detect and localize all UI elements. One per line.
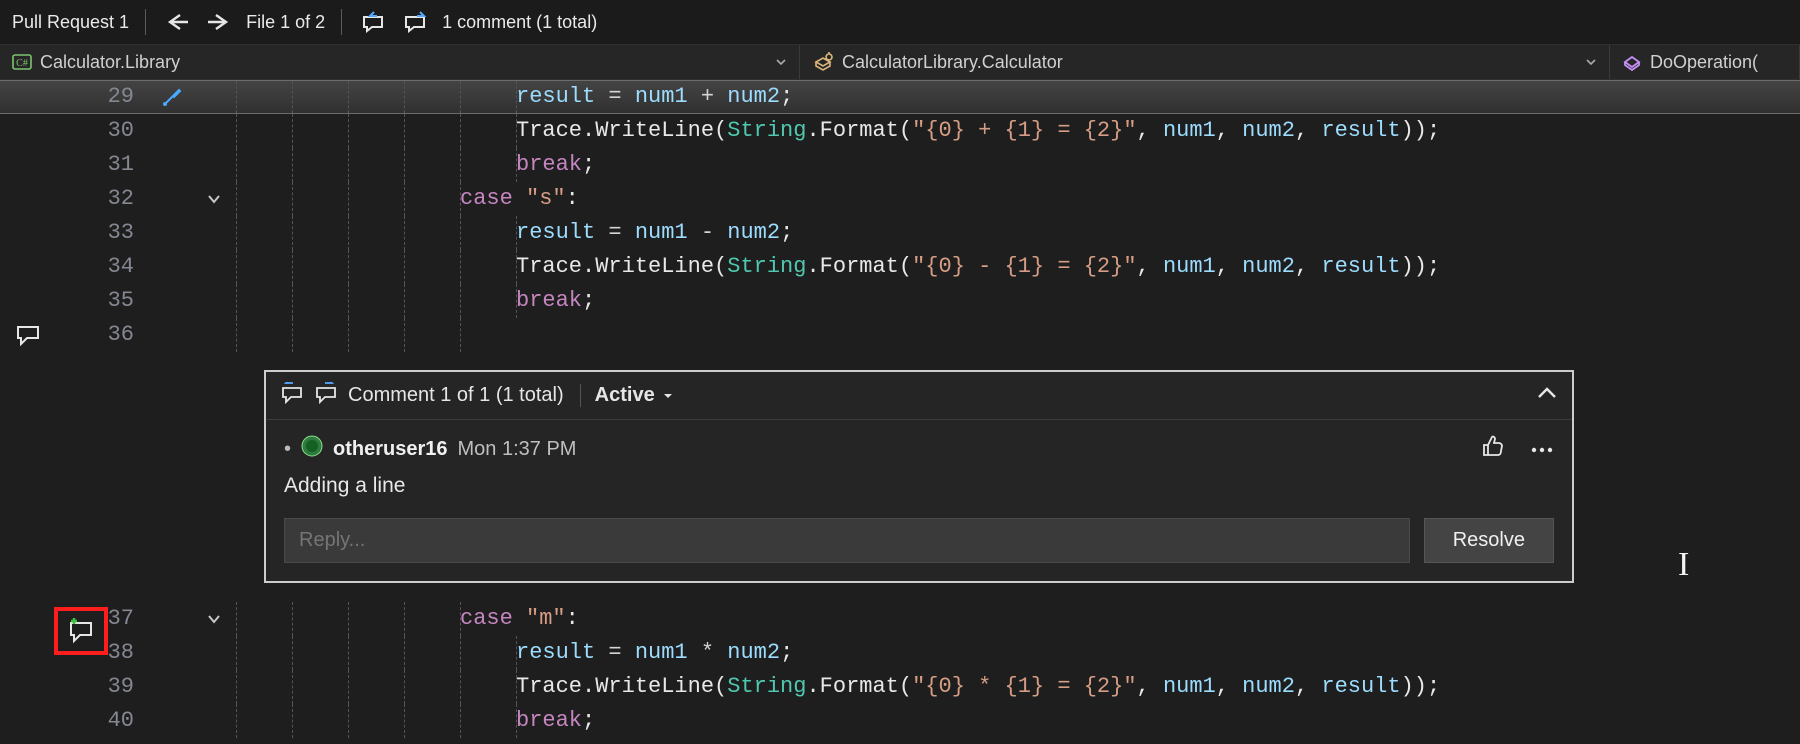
code-line[interactable]: 31 break; [0,148,1800,182]
add-comment-button[interactable] [54,607,108,655]
code-line[interactable]: 30 Trace.WriteLine(String.Format("{0} + … [0,114,1800,148]
breadcrumb-class[interactable]: CalculatorLibrary.Calculator [800,45,1610,79]
chevron-down-icon [206,611,222,627]
more-options-button[interactable] [1530,438,1554,461]
line-number: 30 [56,114,152,148]
fold-toggle[interactable] [192,191,236,207]
svg-text:C#: C# [16,58,28,69]
pull-request-title: Pull Request 1 [12,12,129,33]
inline-comment-panel: Comment 1 of 1 (1 total) Active • otheru… [264,370,1574,583]
comment-counter: Comment 1 of 1 (1 total) [348,384,564,407]
line-number: 36 [56,318,152,352]
text-cursor-icon: I [1678,546,1689,584]
method-icon [1622,52,1642,72]
breadcrumb-project[interactable]: C# Calculator.Library [0,45,800,79]
breadcrumb-project-text: Calculator.Library [40,52,180,73]
chevron-down-icon [1585,56,1597,68]
comment-status-text: Active [595,384,655,407]
ellipsis-icon [1530,445,1554,455]
separator [145,9,146,35]
code-line[interactable]: 39 Trace.WriteLine(String.Format("{0} * … [0,670,1800,704]
fold-toggle[interactable] [192,611,236,627]
code-line[interactable]: 32 case "s": [0,182,1800,216]
code-line[interactable]: 38 result = num1 * num2; [0,636,1800,670]
csharp-file-icon: C# [12,53,32,71]
next-comment-icon [402,11,428,33]
comment-author: otheruser16 [333,438,448,461]
avatar-icon [301,435,323,457]
comment-body: • otheruser16 Mon 1:37 PM Adding a line [266,420,1572,518]
comment-panel-header: Comment 1 of 1 (1 total) Active [266,372,1572,420]
pull-request-toolbar: Pull Request 1 File 1 of 2 1 comment (1 … [0,0,1800,44]
breadcrumb-class-text: CalculatorLibrary.Calculator [842,52,1063,73]
comment-marker-icon[interactable] [0,324,56,346]
prev-comment-button[interactable] [280,382,304,410]
resolve-button[interactable]: Resolve [1424,518,1554,563]
comment-summary-text: 1 comment (1 total) [442,12,597,33]
arrow-left-icon [164,12,190,32]
comment-timestamp: Mon 1:37 PM [458,438,577,461]
code-line[interactable]: 34 Trace.WriteLine(String.Format("{0} - … [0,250,1800,284]
breadcrumb-method[interactable]: DoOperation( [1610,45,1800,79]
pull-request-label[interactable]: Pull Request 1 [8,0,133,44]
line-number: 32 [56,182,152,216]
code-line[interactable]: 33 result = num1 - num2; [0,216,1800,250]
code-line[interactable]: 29 result = num1 + num2; [0,80,1800,114]
next-comment-button[interactable] [396,0,434,44]
chevron-up-icon [1536,385,1558,401]
add-comment-icon [66,618,96,644]
chevron-down-icon [661,389,675,403]
line-number: 39 [56,670,152,704]
prev-comment-icon [360,11,386,33]
prev-file-button[interactable] [158,0,196,44]
code-line[interactable]: 37 case "m": [0,602,1800,636]
prev-comment-icon [280,382,304,404]
thumbs-up-icon [1480,434,1506,458]
avatar [301,435,323,463]
file-counter-text: File 1 of 2 [246,12,325,33]
reply-input[interactable] [284,518,1410,563]
line-number: 35 [56,284,152,318]
next-comment-icon [314,382,338,404]
code-line[interactable]: 36 [0,318,1800,352]
file-counter: File 1 of 2 [242,0,329,44]
next-file-button[interactable] [200,0,238,44]
next-comment-button[interactable] [314,382,338,410]
comment-summary[interactable]: 1 comment (1 total) [438,0,601,44]
breadcrumb-method-text: DoOperation( [1650,52,1758,73]
like-button[interactable] [1480,434,1506,464]
line-number: 40 [56,704,152,738]
line-number: 29 [56,80,152,114]
breadcrumb-bar: C# Calculator.Library CalculatorLibrary.… [0,44,1800,80]
class-icon [812,52,834,72]
code-line[interactable]: 35 break; [0,284,1800,318]
line-number: 31 [56,148,152,182]
comment-actions: Resolve [266,518,1572,581]
collapse-comment-button[interactable] [1536,384,1558,407]
chevron-down-icon [206,191,222,207]
comment-text: Adding a line [284,464,1554,512]
prev-comment-button[interactable] [354,0,392,44]
line-number: 34 [56,250,152,284]
code-line[interactable]: 40 break; [0,704,1800,738]
arrow-right-icon [206,12,232,32]
separator [341,9,342,35]
chevron-down-icon [775,56,787,68]
screwdriver-icon[interactable] [152,86,192,108]
line-number: 33 [56,216,152,250]
comment-status-dropdown[interactable]: Active [580,384,675,407]
